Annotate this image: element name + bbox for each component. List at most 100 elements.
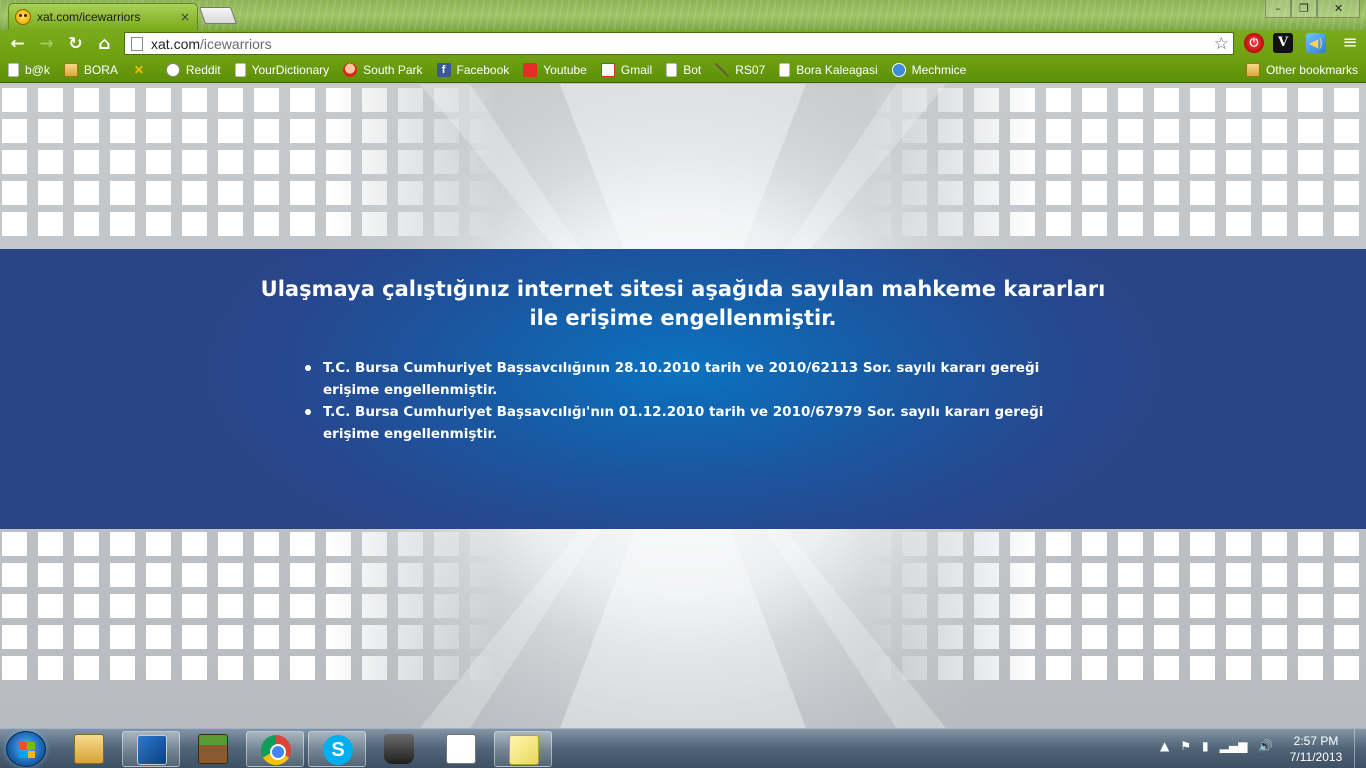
folder-icon [1245,63,1260,77]
xat-favicon-icon [15,9,31,25]
close-window-button[interactable]: ✕ [1317,0,1360,18]
tile-grid-top [0,88,1366,243]
show-hidden-icons-icon[interactable]: ▲ [1160,739,1169,753]
taskbar-skype[interactable]: S [308,731,366,767]
windows-taskbar: S ▲ ⚑ ▮ ▂▄▆ 🔊 2:57 PM 7/11/2013 [0,728,1366,768]
bookmark-label: Reddit [185,63,221,77]
bookmark-label: Facebook [456,63,510,77]
window-controls: – ❐ ✕ [1265,0,1360,18]
tab-title: xat.com/icewarriors [37,10,141,24]
v-extension-icon[interactable]: V [1273,33,1293,53]
folder-icon [63,63,78,77]
bookmark-label: Mechmice [911,63,967,77]
bookmark-label: RS07 [735,63,766,77]
taskbar-chrome[interactable] [246,731,304,767]
forward-button[interactable]: → [32,31,61,57]
back-button[interactable]: ← [3,31,32,57]
heading-line-2: ile erişime engellenmiştir. [529,306,837,330]
chrome-icon [261,735,291,765]
minecraft-icon [198,734,228,764]
bookmark-label: Gmail [620,63,653,77]
taskbar-notepad[interactable] [432,731,490,767]
hat-app-icon [384,734,414,764]
bookmark-youtube[interactable]: Youtube [523,63,587,77]
court-decision-item: T.C. Bursa Cumhuriyet Başsavcılığı'nın 0… [304,401,1064,445]
bookmark-facebook[interactable]: f Facebook [436,63,510,77]
bookmark-label: BORA [83,63,118,77]
bookmark-label: South Park [363,63,423,77]
other-bookmarks-folder[interactable]: Other bookmarks [1245,63,1358,77]
page-icon [779,63,791,77]
bookmark-folder-bora[interactable]: BORA [63,63,118,77]
minimize-button[interactable]: – [1265,0,1291,18]
taskbar-explorer[interactable] [60,731,118,767]
power-extension-icon[interactable]: ⏻ [1244,33,1264,53]
tab-strip: xat.com/icewarriors × – ❐ ✕ [0,0,1366,30]
home-button[interactable]: ⌂ [90,31,119,57]
page-content: Ulaşmaya çalıştığınız internet sitesi aş… [0,84,1366,728]
notepad-icon [446,734,476,764]
taskbar-pencil-app[interactable] [122,731,180,767]
bookmarks-bar: b@k BORA ✕ Reddit YourDictionary South P… [0,58,1366,83]
sticky-notes-icon [509,735,539,765]
bookmark-bora-kaleagasi[interactable]: Bora Kaleagasi [779,63,878,77]
bookmark-gmail[interactable]: Gmail [600,63,653,77]
address-bar[interactable]: xat.com/icewarriors ☆ [124,32,1234,55]
tile-grid-bottom [0,532,1366,687]
action-center-flag-icon[interactable]: ⚑ [1180,739,1191,753]
bookmark-label: Youtube [543,63,587,77]
bookmark-label: Other bookmarks [1265,63,1358,77]
bookmark-bot[interactable]: Bot [666,63,701,77]
url-host: xat.com [151,35,201,52]
maximize-button[interactable]: ❐ [1291,0,1317,18]
sword-icon [715,63,730,77]
bookmark-label: b@k [25,63,50,77]
browser-toolbar: ← → ↻ ⌂ xat.com/icewarriors ☆ ⏻ V ◀) ≡ [0,30,1366,58]
start-button[interactable] [6,731,46,767]
heading-line-1: Ulaşmaya çalıştığınız internet sitesi aş… [260,277,1106,301]
court-decision-list: T.C. Bursa Cumhuriyet Başsavcılığının 28… [304,357,1064,445]
taskbar-minecraft[interactable] [184,731,242,767]
taskbar-sticky-notes[interactable] [494,731,552,767]
taskbar-hat-app[interactable] [370,731,428,767]
page-icon [8,63,19,77]
facebook-icon: f [436,63,451,77]
system-tray: ▲ ⚑ ▮ ▂▄▆ 🔊 [1160,739,1284,753]
bookmark-south-park[interactable]: South Park [343,63,423,77]
court-decision-item: T.C. Bursa Cumhuriyet Başsavcılığının 28… [304,357,1064,401]
url-path: /icewarriors [200,35,272,52]
volume-icon[interactable]: 🔊 [1258,739,1273,753]
page-icon [234,63,246,77]
bookmark-yourdictionary[interactable]: YourDictionary [234,63,330,77]
bookmark-star-icon[interactable]: ☆ [1214,34,1229,54]
block-notice-banner: Ulaşmaya çalıştığınız internet sitesi aş… [0,249,1366,529]
url-text[interactable]: xat.com/icewarriors [151,36,1214,52]
clock-date: 7/11/2013 [1289,750,1343,764]
bookmark-mechmice[interactable]: Mechmice [891,63,967,77]
chrome-menu-icon[interactable]: ≡ [1340,32,1360,54]
bookmark-rs07[interactable]: RS07 [715,63,765,77]
youtube-icon [523,63,538,77]
bookmark-label: Bot [683,63,702,77]
new-tab-button[interactable] [198,7,238,24]
taskbar-clock[interactable]: 2:57 PM 7/11/2013 [1280,733,1352,765]
block-notice-heading: Ulaşmaya çalıştığınız internet sitesi aş… [0,275,1366,333]
show-desktop-button[interactable] [1354,729,1366,768]
tab-close-icon[interactable]: × [179,10,191,24]
bookmark-reddit[interactable]: Reddit [165,63,221,77]
bookmark-bak[interactable]: b@k [8,63,50,77]
windows-logo-icon [19,742,35,758]
browser-tab[interactable]: xat.com/icewarriors × [8,3,198,30]
gmail-icon [600,63,615,77]
pencil-app-icon [137,735,167,765]
bookmark-xat[interactable]: ✕ [132,63,152,77]
speaker-extension-icon[interactable]: ◀) [1306,33,1326,53]
network-signal-icon[interactable]: ▂▄▆ [1220,739,1248,753]
page-icon [666,63,678,77]
page-icon [131,36,143,51]
reload-button[interactable]: ↻ [61,31,90,57]
battery-icon[interactable]: ▮ [1202,739,1209,753]
bookmark-label: YourDictionary [251,63,330,77]
skype-icon: S [323,735,353,765]
mechmice-icon [891,63,906,77]
